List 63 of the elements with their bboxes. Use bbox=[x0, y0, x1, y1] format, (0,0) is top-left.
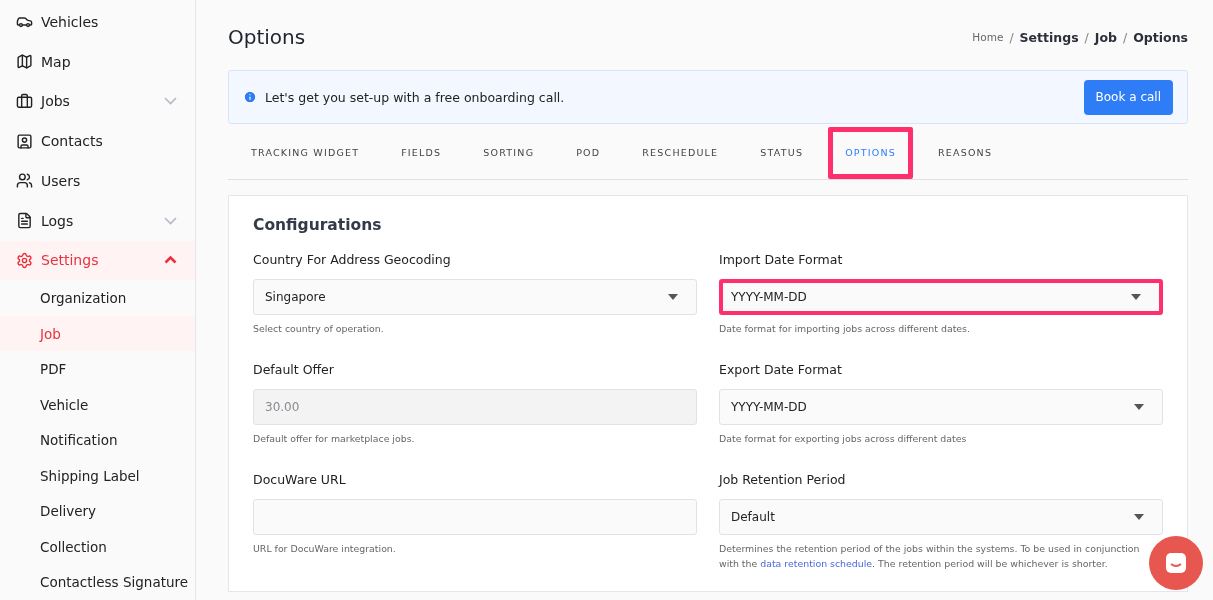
breadcrumb-link[interactable]: Job bbox=[1094, 29, 1117, 45]
sidebar-item[interactable]: Contacts bbox=[0, 121, 195, 162]
map-icon bbox=[16, 53, 33, 71]
sidebar-subitem[interactable]: Job bbox=[0, 315, 195, 352]
field-label: DocuWare URL bbox=[253, 472, 347, 487]
sidebar-item[interactable]: Jobs bbox=[0, 81, 195, 122]
field-label: Export Date Format bbox=[719, 362, 843, 377]
settings-icon bbox=[16, 251, 33, 269]
tab[interactable]: FIELDS bbox=[380, 142, 463, 163]
field-label: Country For Address Geocoding bbox=[253, 252, 452, 267]
select-field[interactable]: YYYY-MM-DD bbox=[719, 389, 1163, 425]
sidebar-subitem[interactable]: Contactless Signature bbox=[0, 564, 195, 600]
page-title: Options bbox=[228, 25, 306, 49]
info-icon bbox=[243, 90, 257, 104]
card-title: Configurations bbox=[253, 216, 383, 234]
tab[interactable]: OPTIONS bbox=[828, 126, 913, 179]
sidebar-item[interactable]: Settings bbox=[0, 240, 195, 281]
tab[interactable]: RESCHEDULE bbox=[621, 142, 740, 163]
contact-card-icon bbox=[16, 132, 33, 150]
help-text: Date format for importing jobs across different dates. bbox=[719, 322, 971, 336]
sidebar-subitem[interactable]: Organization bbox=[0, 280, 195, 316]
sidebar-subitem[interactable]: Vehicle bbox=[0, 386, 195, 423]
tab[interactable]: POD bbox=[555, 142, 622, 163]
caret-icon bbox=[1134, 404, 1144, 410]
sidebar-item[interactable]: Logs bbox=[0, 200, 195, 241]
caret-icon bbox=[668, 294, 678, 300]
sidebar-item[interactable]: Map bbox=[0, 41, 195, 82]
breadcrumb-link[interactable]: Options bbox=[1133, 29, 1188, 45]
field-label: Import Date Format bbox=[719, 252, 844, 267]
select-field[interactable]: Singapore bbox=[253, 279, 697, 315]
sidebar-subitem[interactable]: Shipping Label bbox=[0, 457, 195, 494]
briefcase-icon bbox=[16, 92, 33, 110]
tab[interactable]: SORTING bbox=[462, 142, 556, 163]
field-label: Job Retention Period bbox=[719, 472, 847, 487]
breadcrumb-separator: / bbox=[1123, 29, 1128, 45]
help-text: Date format for exporting jobs across different dates bbox=[719, 432, 968, 446]
tab[interactable]: REASONS bbox=[916, 142, 1014, 163]
help-text: URL for DocuWare integration. bbox=[253, 542, 397, 556]
chat-icon bbox=[1164, 551, 1188, 575]
help-text: Select country of operation. bbox=[253, 322, 385, 336]
tab[interactable]: TRACKING WIDGET bbox=[230, 142, 381, 163]
breadcrumb-link[interactable]: Settings bbox=[1019, 29, 1079, 45]
breadcrumb-separator: / bbox=[1084, 29, 1089, 45]
input-field[interactable] bbox=[253, 499, 697, 535]
users-icon bbox=[16, 172, 33, 190]
breadcrumb-separator: / bbox=[1009, 29, 1014, 45]
document-icon bbox=[16, 212, 33, 230]
sidebar-subitem[interactable]: Notification bbox=[0, 422, 195, 458]
select-field[interactable]: YYYY-MM-DD bbox=[719, 279, 1163, 315]
field-label: Default Offer bbox=[253, 362, 335, 377]
sidebar-subitem[interactable]: PDF bbox=[0, 351, 195, 387]
help-text: Default offer for marketplace jobs. bbox=[253, 432, 416, 446]
sidebar-item[interactable]: Users bbox=[0, 161, 195, 201]
select-field[interactable]: Default bbox=[719, 499, 1163, 535]
sidebar-item[interactable]: Vehicles bbox=[0, 2, 195, 42]
tab[interactable]: STATUS bbox=[739, 142, 825, 163]
book-call-button[interactable]: Book a call bbox=[1083, 79, 1173, 115]
breadcrumb-link[interactable]: Home bbox=[972, 31, 1004, 43]
caret-icon bbox=[1134, 514, 1144, 520]
sidebar-subitem[interactable]: Delivery bbox=[0, 493, 195, 529]
sidebar-subitem[interactable]: Collection bbox=[0, 528, 195, 565]
banner-text: Let's get you set-up with a free onboarding call. bbox=[265, 89, 566, 105]
caret-icon bbox=[1131, 294, 1141, 300]
